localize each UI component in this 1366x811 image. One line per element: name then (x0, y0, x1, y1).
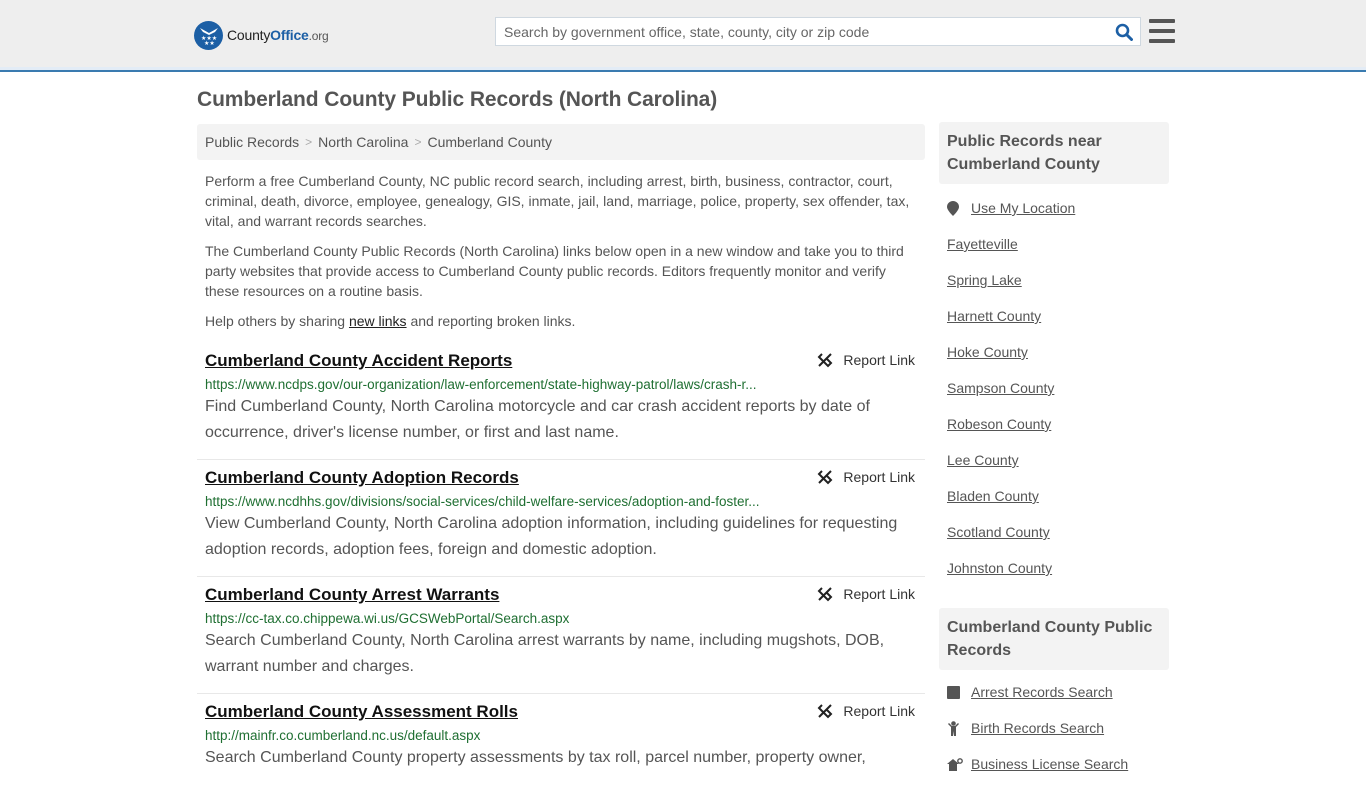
category-item: Arrest Records Search (947, 674, 1169, 710)
nearby-item: Scotland County (947, 514, 1169, 550)
use-my-location-link[interactable]: Use My Location (971, 200, 1075, 216)
record-url[interactable]: https://www.ncdps.gov/our-organization/l… (205, 377, 785, 392)
category-item: Business License Search (947, 746, 1169, 782)
nearby-item: Lee County (947, 442, 1169, 478)
record-url[interactable]: http://mainfr.co.cumberland.nc.us/defaul… (205, 728, 785, 743)
map-marker-icon (947, 200, 963, 216)
record-title-link[interactable]: Cumberland County Accident Reports (205, 351, 512, 371)
nearby-link-scotland-county[interactable]: Scotland County (947, 524, 1050, 540)
nearby-item: Hoke County (947, 334, 1169, 370)
broken-link-icon (817, 704, 833, 719)
nearby-item: Bladen County (947, 478, 1169, 514)
search-button[interactable] (1108, 18, 1140, 45)
report-link-button[interactable]: Report Link (817, 352, 915, 368)
baby-icon (947, 720, 963, 736)
record-title-link[interactable]: Cumberland County Adoption Records (205, 468, 519, 488)
business-icon (947, 757, 963, 771)
nearby-link-spring-lake[interactable]: Spring Lake (947, 272, 1022, 288)
broken-link-icon (817, 587, 833, 602)
record-item: Cumberland County Assessment Rolls Repor… (197, 694, 925, 811)
breadcrumb-public-records[interactable]: Public Records (205, 134, 299, 150)
record-title-link[interactable]: Cumberland County Arrest Warrants (205, 585, 499, 605)
nearby-item: Johnston County (947, 550, 1169, 586)
nearby-item: Robeson County (947, 406, 1169, 442)
sidebar-nearby: Public Records near Cumberland County Us… (939, 122, 1169, 586)
nearby-item: Sampson County (947, 370, 1169, 406)
sidebar-categories-heading: Cumberland County Public Records (939, 608, 1169, 670)
nearby-link-robeson-county[interactable]: Robeson County (947, 416, 1051, 432)
record-title-link[interactable]: Cumberland County Assessment Rolls (205, 702, 518, 722)
new-links-link[interactable]: new links (349, 313, 407, 329)
nearby-link-fayetteville[interactable]: Fayetteville (947, 236, 1018, 252)
breadcrumb: Public Records > North Carolina > Cumber… (197, 124, 925, 160)
nearby-list: Use My Location Fayetteville Spring Lake… (939, 190, 1169, 586)
breadcrumb-cumberland-county[interactable]: Cumberland County (427, 134, 552, 150)
nearby-link-johnston-county[interactable]: Johnston County (947, 560, 1052, 576)
breadcrumb-separator: > (305, 135, 313, 149)
category-item: Birth Records Search (947, 710, 1169, 746)
record-description: Search Cumberland County, North Carolina… (205, 632, 885, 675)
nearby-item: Spring Lake (947, 262, 1169, 298)
intro-text: Perform a free Cumberland County, NC pub… (205, 171, 917, 341)
hamburger-menu-icon[interactable] (1149, 19, 1175, 43)
search-input[interactable] (496, 18, 1108, 45)
records-list: Cumberland County Accident Reports Repor… (197, 343, 925, 811)
broken-link-icon (817, 353, 833, 368)
use-my-location-item: Use My Location (947, 190, 1169, 226)
report-link-button[interactable]: Report Link (817, 703, 915, 719)
breadcrumb-north-carolina[interactable]: North Carolina (318, 134, 408, 150)
intro-paragraph-3: Help others by sharing new links and rep… (205, 313, 576, 329)
nearby-item: Harnett County (947, 298, 1169, 334)
category-link-business-license[interactable]: Business License Search (971, 756, 1128, 772)
search-bar (495, 17, 1141, 46)
square-icon (947, 685, 963, 699)
record-description: View Cumberland County, North Carolina a… (205, 515, 898, 558)
nearby-link-hoke-county[interactable]: Hoke County (947, 344, 1028, 360)
eagle-stars-icon: ★★★ ★★ (194, 20, 223, 50)
site-logo[interactable]: ★★★ ★★ CountyOffice.org (194, 20, 329, 50)
nearby-link-lee-county[interactable]: Lee County (947, 452, 1019, 468)
page-title: Cumberland County Public Records (North … (197, 88, 718, 111)
nearby-link-sampson-county[interactable]: Sampson County (947, 380, 1054, 396)
broken-link-icon (817, 470, 833, 485)
record-item: Cumberland County Arrest Warrants Report… (197, 577, 925, 694)
category-link-arrest-records[interactable]: Arrest Records Search (971, 684, 1113, 700)
categories-list: Arrest Records Search Birth Records Sear… (939, 674, 1169, 782)
sidebar-nearby-heading: Public Records near Cumberland County (939, 122, 1169, 184)
record-description: Find Cumberland County, North Carolina m… (205, 398, 870, 441)
intro-paragraph-2: The Cumberland County Public Records (No… (205, 243, 904, 299)
report-link-button[interactable]: Report Link (817, 586, 915, 602)
nearby-item: Fayetteville (947, 226, 1169, 262)
sidebar-categories: Cumberland County Public Records Arrest … (939, 608, 1169, 782)
breadcrumb-separator: > (414, 135, 422, 149)
record-url[interactable]: https://cc-tax.co.chippewa.wi.us/GCSWebP… (205, 611, 785, 626)
record-description: Search Cumberland County property assess… (205, 749, 866, 766)
record-item: Cumberland County Accident Reports Repor… (197, 343, 925, 460)
logo-text: CountyOffice.org (227, 27, 329, 43)
svg-text:★★: ★★ (204, 40, 215, 45)
nearby-link-bladen-county[interactable]: Bladen County (947, 488, 1039, 504)
intro-paragraph-1: Perform a free Cumberland County, NC pub… (205, 173, 910, 229)
nearby-link-harnett-county[interactable]: Harnett County (947, 308, 1041, 324)
report-link-button[interactable]: Report Link (817, 469, 915, 485)
record-url[interactable]: https://www.ncdhhs.gov/divisions/social-… (205, 494, 785, 509)
top-header: ★★★ ★★ CountyOffice.org (0, 0, 1366, 72)
record-item: Cumberland County Adoption Records Repor… (197, 460, 925, 577)
search-icon (1115, 23, 1133, 41)
category-link-birth-records[interactable]: Birth Records Search (971, 720, 1104, 736)
